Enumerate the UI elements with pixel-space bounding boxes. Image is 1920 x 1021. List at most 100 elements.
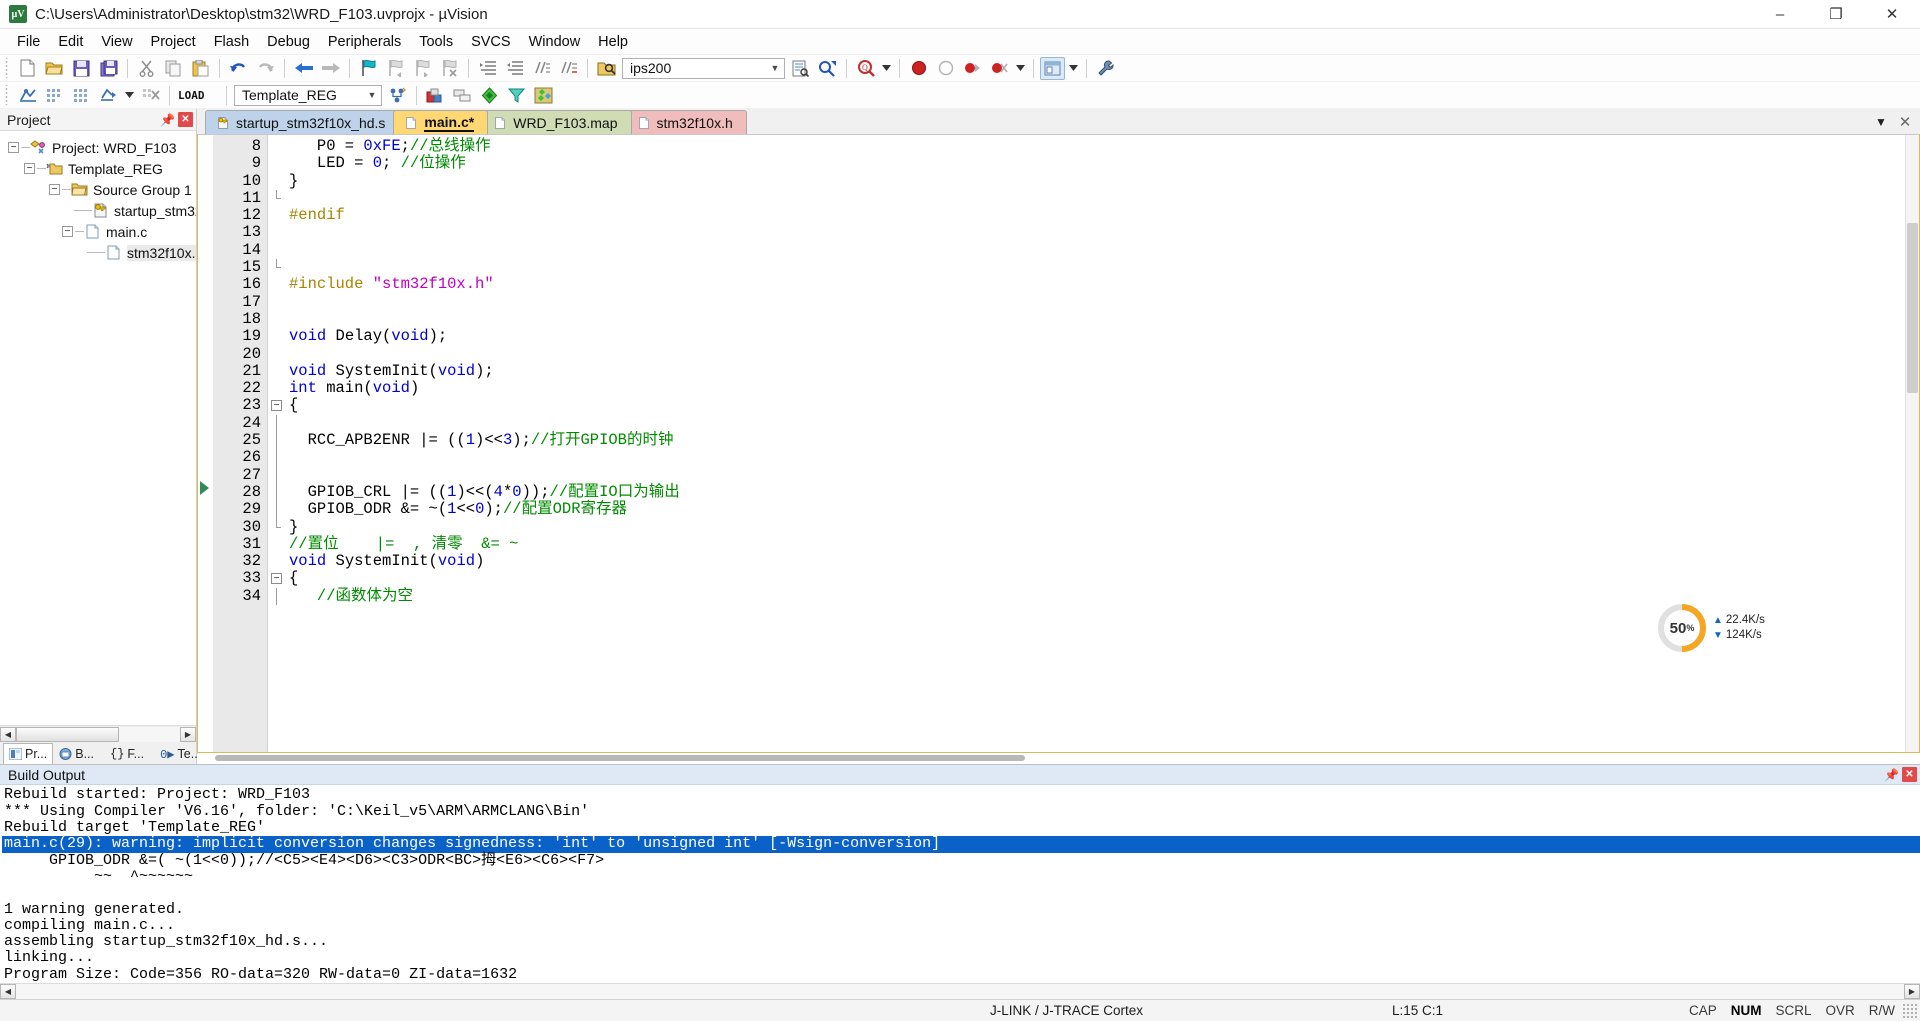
code-line[interactable]: GPIOB_ODR &= ~(1<<0);//配置ODR寄存器 [289, 501, 1919, 518]
kill-breakpoints-icon[interactable] [987, 57, 1012, 80]
magnifier-chevron-icon[interactable] [880, 57, 893, 80]
maximize-button[interactable]: ❐ [1808, 0, 1864, 29]
code-line[interactable]: //置位 |= , 清零 &= ~ [289, 535, 1919, 553]
code-line[interactable]: LED = 0; //位操作 [289, 155, 1919, 172]
editor-tab-main-c[interactable]: main.c* [393, 110, 489, 134]
close-icon[interactable]: ✕ [1898, 113, 1912, 131]
code-line[interactable] [289, 224, 1919, 241]
bookmark-next-icon[interactable] [410, 57, 435, 80]
chevron-down-icon[interactable]: ▼ [1874, 115, 1888, 129]
indent-icon[interactable] [475, 57, 500, 80]
build-output-line[interactable]: *** Using Compiler 'V6.16', folder: 'C:\… [2, 803, 1920, 820]
build-output-line[interactable]: linking... [2, 950, 1920, 967]
code-line[interactable]: } [289, 172, 1919, 190]
save-all-icon[interactable] [96, 57, 121, 80]
scroll-track[interactable] [16, 726, 180, 742]
code-line[interactable] [289, 242, 1919, 259]
tab-functions[interactable]: {} F... [104, 743, 150, 764]
code-line[interactable]: void SystemInit(void) [289, 552, 1919, 570]
manage-project-items-icon[interactable] [423, 84, 448, 107]
cut-icon[interactable] [134, 57, 159, 80]
code-line[interactable]: int main(void) [289, 380, 1919, 397]
expander-icon[interactable]: − [49, 184, 60, 195]
scroll-right-icon[interactable]: ▶ [180, 726, 196, 742]
tree-item-target[interactable]: − Template_REG [0, 158, 196, 179]
editor-tab-header[interactable]: stm32f10x.h [625, 110, 747, 134]
code-line[interactable]: P0 = 0xFE;//总线操作 [289, 137, 1919, 155]
menu-window[interactable]: Window [520, 31, 590, 53]
code-line[interactable]: GPIOB_CRL |= ((1)<<(4*0));//配置IO口为输出 [289, 483, 1919, 501]
code-line[interactable]: void Delay(void); [289, 328, 1919, 345]
comment-icon[interactable] [529, 57, 554, 80]
fold-collapse-icon[interactable]: − [271, 573, 282, 585]
code-line[interactable] [289, 294, 1919, 311]
project-horizontal-scrollbar[interactable]: ◀ ▶ [0, 725, 196, 743]
window-layout-icon[interactable] [1040, 56, 1065, 80]
menu-project[interactable]: Project [142, 31, 205, 53]
chevron-down-icon[interactable]: ▼ [363, 90, 381, 100]
code-line[interactable]: RCC_APB2ENR |= ((1)<<3);//打开GPIOB的时钟 [289, 431, 1919, 449]
tab-project[interactable]: Pr... [3, 743, 54, 765]
kill-breakpoints-chevron-icon[interactable] [1014, 57, 1027, 80]
scroll-left-icon[interactable]: ◀ [0, 726, 16, 742]
navigate-back-icon[interactable] [291, 57, 316, 80]
menu-svcs[interactable]: SVCS [462, 31, 520, 53]
build-output-line[interactable] [2, 885, 1920, 901]
code-folding-column[interactable]: − − [268, 135, 285, 753]
fold-marker[interactable]: − [268, 397, 285, 414]
open-file-icon[interactable] [42, 57, 67, 80]
build-horizontal-scrollbar[interactable]: ◀ ▶ [0, 983, 1920, 999]
build-output-line[interactable]: assembling startup_stm32f10x_hd.s... [2, 933, 1920, 950]
tree-item-main-c[interactable]: − main.c [0, 221, 196, 242]
code-line[interactable]: { [289, 570, 1919, 587]
green-diamond-filter-icon[interactable] [504, 84, 529, 107]
build-output-line[interactable]: ~~ ^~~~~~~ [2, 868, 1920, 885]
stop-build-icon[interactable] [138, 84, 163, 107]
toolbar-grip[interactable] [4, 85, 11, 105]
batch-build-icon[interactable] [96, 84, 121, 107]
tab-books[interactable]: B... [53, 743, 100, 764]
expander-icon[interactable]: − [8, 142, 19, 153]
bookmark-toggle-icon[interactable] [356, 57, 381, 80]
menu-peripherals[interactable]: Peripherals [319, 31, 410, 53]
copy-icon[interactable] [161, 57, 186, 80]
menu-view[interactable]: View [92, 31, 141, 53]
code-line[interactable]: #include "stm32f10x.h" [289, 276, 1919, 293]
toolbar-grip[interactable] [4, 58, 11, 78]
editor-vertical-scrollbar[interactable] [1905, 135, 1919, 753]
build-output-line[interactable]: Rebuild target 'Template_REG' [2, 819, 1920, 836]
code-text[interactable]: P0 = 0xFE;//总线操作 LED = 0; //位操作} #endif … [285, 135, 1919, 752]
close-button[interactable]: ✕ [1864, 0, 1920, 29]
expander-icon[interactable]: − [62, 226, 73, 237]
editor-tab-map[interactable]: WRD_F103.map [482, 110, 632, 134]
close-icon[interactable]: ✕ [178, 112, 193, 127]
breakpoint-icon[interactable] [960, 57, 985, 80]
rebuild-icon[interactable] [69, 84, 94, 107]
target-select-combo[interactable]: Template_REG ▼ [234, 84, 382, 106]
menu-debug[interactable]: Debug [258, 31, 319, 53]
build-output-line-selected[interactable]: main.c(29): warning: implicit conversion… [2, 836, 1920, 853]
code-line[interactable]: } [289, 518, 1919, 536]
scroll-left-icon[interactable]: ◀ [0, 984, 16, 999]
redo-icon[interactable] [253, 57, 278, 80]
scroll-thumb[interactable] [215, 755, 1025, 762]
code-line[interactable] [289, 190, 1919, 207]
bookmark-prev-icon[interactable] [383, 57, 408, 80]
target-options-icon[interactable] [385, 84, 410, 107]
navigate-forward-icon[interactable] [318, 57, 343, 80]
expander-icon[interactable]: − [24, 163, 35, 174]
fold-marker[interactable]: − [268, 570, 285, 587]
build-output-line[interactable]: 1 warning generated. [2, 901, 1920, 918]
find-in-files-icon[interactable] [594, 57, 619, 80]
scroll-track[interactable] [16, 984, 1904, 999]
build-output-line[interactable]: Program Size: Code=356 RO-data=320 RW-da… [2, 966, 1920, 983]
menu-file[interactable]: File [8, 31, 49, 53]
translate-icon[interactable] [15, 84, 40, 107]
search-text-combo[interactable]: ips200 ▼ [622, 57, 785, 79]
scroll-right-icon[interactable]: ▶ [1904, 984, 1920, 999]
code-line[interactable] [289, 346, 1919, 363]
pin-icon[interactable]: 📌 [1884, 767, 1899, 782]
menu-tools[interactable]: Tools [410, 31, 462, 53]
tree-item-stm32f10x-h[interactable]: stm32f10x.h [0, 242, 196, 263]
bookmark-clear-icon[interactable] [437, 57, 462, 80]
